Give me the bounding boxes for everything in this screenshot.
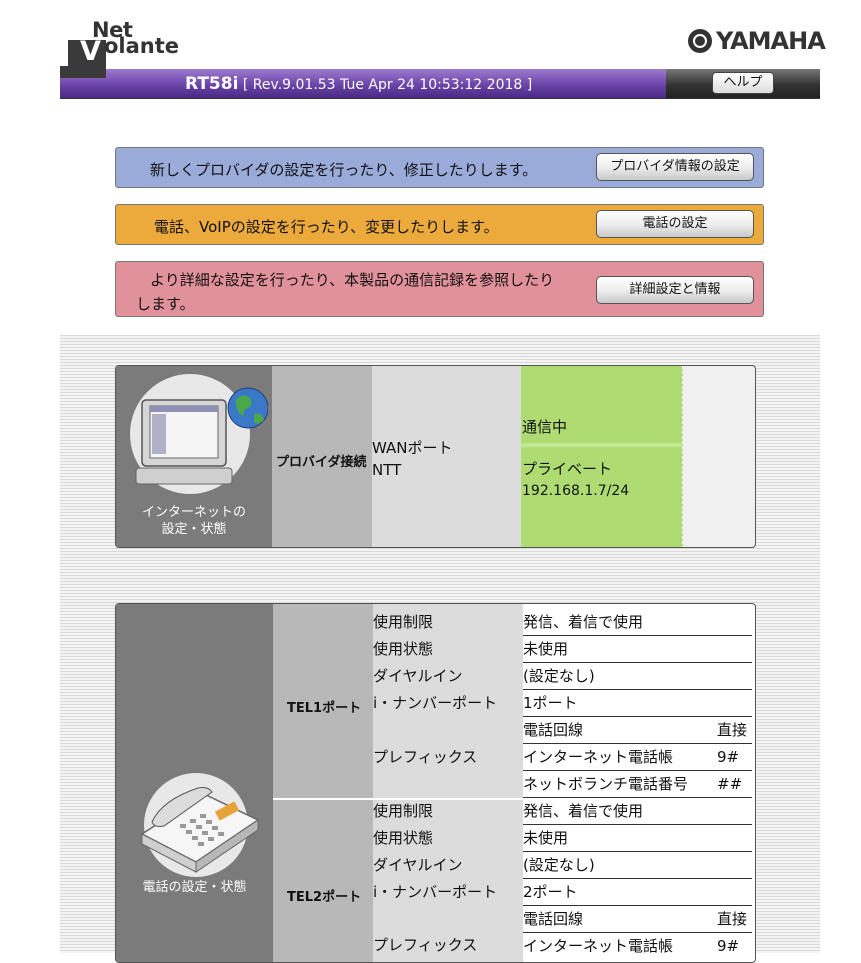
provider-settings-button[interactable]: プロバイダ情報の設定 bbox=[596, 153, 754, 181]
tel2-row-value: (設定なし) bbox=[523, 856, 595, 874]
tuning-fork-emblem-icon bbox=[688, 29, 712, 53]
internet-icon-label-line2: 設定・状態 bbox=[161, 522, 227, 537]
row-divider bbox=[523, 635, 752, 636]
provider-settings-description: 新しくプロバイダの設定を行ったり、修正したりします。 bbox=[150, 161, 538, 179]
tel1-port-label: TEL1ポート bbox=[287, 701, 362, 716]
internet-icon-column: インターネットの 設定・状態 bbox=[116, 366, 272, 547]
tel1-prefix-value: ## bbox=[717, 775, 743, 793]
tel1-prefix-name: ネットボランチ電話番号 bbox=[523, 775, 689, 793]
help-button[interactable]: ヘルプ bbox=[712, 72, 774, 94]
wan-port-label: WANポート bbox=[372, 439, 453, 457]
ip-address: 192.168.1.7/24 bbox=[522, 483, 630, 499]
tel2-row-label: ダイヤルイン bbox=[373, 856, 463, 874]
phone-icon-column: 電話の設定・状態 bbox=[116, 604, 273, 962]
connection-status-cell bbox=[521, 366, 683, 547]
tel2-row-value: 未使用 bbox=[523, 829, 569, 847]
provider-settings-row: 新しくプロバイダの設定を行ったり、修正したりします。 プロバイダ情報の設定 bbox=[115, 147, 764, 188]
computer-globe-icon bbox=[130, 374, 268, 494]
logo-v-letter: V bbox=[80, 36, 101, 67]
tel2-prefix-label: プレフィックス bbox=[373, 936, 478, 954]
tel2-row-label: i・ナンバーポート bbox=[373, 883, 498, 901]
row-divider bbox=[523, 905, 752, 906]
tel1-row-label: i・ナンバーポート bbox=[373, 694, 498, 712]
row-divider bbox=[523, 743, 752, 744]
row-divider bbox=[523, 797, 752, 798]
phone-settings-button[interactable]: 電話の設定 bbox=[596, 210, 754, 238]
tel2-prefix-value: 直接 bbox=[717, 910, 748, 928]
phone-icon-label: 電話の設定・状態 bbox=[142, 880, 247, 895]
tel1-row-label: ダイヤルイン bbox=[373, 667, 463, 685]
tel1-prefix-value: 9# bbox=[717, 748, 740, 766]
tel1-prefix-name: 電話回線 bbox=[523, 721, 584, 739]
telephone-icon bbox=[140, 773, 260, 877]
tel2-row-value: 発信、着信で使用 bbox=[523, 802, 644, 820]
status-divider bbox=[521, 442, 682, 448]
tel2-row-label: 使用制限 bbox=[373, 802, 434, 820]
tel2-prefix-name: 電話回線 bbox=[523, 910, 584, 928]
connection-status: 通信中 bbox=[522, 418, 568, 436]
logo-olante-text: olante bbox=[104, 34, 180, 58]
address-type: プライベート bbox=[522, 460, 613, 478]
brand-name: YAMAHA bbox=[716, 27, 826, 55]
tel2-port-label: TEL2ポート bbox=[287, 890, 362, 905]
row-divider bbox=[523, 716, 752, 717]
tel1-prefix-value: 直接 bbox=[717, 721, 748, 739]
tel1-prefix-name: インターネット電話帳 bbox=[523, 748, 674, 766]
phone-settings-description: 電話、VoIPの設定を行ったり、変更したりします。 bbox=[154, 218, 499, 236]
model-name: RT58i bbox=[185, 74, 239, 94]
firmware-revision: [ Rev.9.01.53 Tue Apr 24 10:53:12 2018 ] bbox=[242, 77, 533, 93]
tel2-row-value: 2ポート bbox=[523, 883, 578, 901]
row-divider bbox=[523, 662, 752, 663]
tel1-row-value: 1ポート bbox=[523, 694, 578, 712]
advanced-settings-description-line1: より詳細な設定を行ったり、本製品の通信記録を参照したり bbox=[150, 271, 555, 289]
title-bar-left-block bbox=[60, 66, 106, 78]
row-divider bbox=[523, 932, 752, 933]
phone-status-panel: 電話の設定・状態 TEL1ポート TEL2ポート 使用制限 発信、着信で使用 使用状… bbox=[115, 603, 756, 963]
tel1-prefix-label: プレフィックス bbox=[373, 748, 478, 766]
row-divider bbox=[523, 824, 752, 825]
advanced-settings-button[interactable]: 詳細設定と情報 bbox=[596, 276, 754, 304]
internet-status-panel: インターネットの 設定・状態 プロバイダ接続 WANポート NTT 通信中 プラ… bbox=[115, 365, 756, 548]
provider-connection-label: プロバイダ接続 bbox=[276, 455, 367, 470]
tel1-row-value: 発信、着信で使用 bbox=[523, 613, 644, 631]
provider-name: NTT bbox=[372, 461, 402, 479]
tel2-prefix-value: 9# bbox=[717, 937, 740, 955]
tel2-port-column bbox=[273, 800, 373, 962]
tel1-row-label: 使用制限 bbox=[373, 613, 434, 631]
firmware-info: RT58i [ Rev.9.01.53 Tue Apr 24 10:53:12 … bbox=[185, 74, 532, 94]
advanced-settings-description-line2: します。 bbox=[136, 295, 195, 313]
tel2-prefix-name: インターネット電話帳 bbox=[523, 937, 674, 955]
row-divider bbox=[523, 770, 752, 771]
yamaha-logo: YAMAHA bbox=[688, 27, 826, 55]
tel1-row-value: 未使用 bbox=[523, 640, 569, 658]
phone-settings-row: 電話、VoIPの設定を行ったり、変更したりします。 電話の設定 bbox=[115, 204, 764, 245]
advanced-settings-row: より詳細な設定を行ったり、本製品の通信記録を参照したり します。 詳細設定と情報 bbox=[115, 261, 764, 317]
tel1-row-label: 使用状態 bbox=[373, 640, 434, 658]
row-divider bbox=[523, 851, 752, 852]
row-divider bbox=[523, 878, 752, 879]
internet-icon-label: インターネットの 設定・状態 bbox=[116, 504, 272, 538]
tel1-row-value: (設定なし) bbox=[523, 667, 595, 685]
internet-icon-label-line1: インターネットの bbox=[141, 505, 246, 520]
tel2-row-label: 使用状態 bbox=[373, 829, 434, 847]
row-divider bbox=[523, 689, 752, 690]
